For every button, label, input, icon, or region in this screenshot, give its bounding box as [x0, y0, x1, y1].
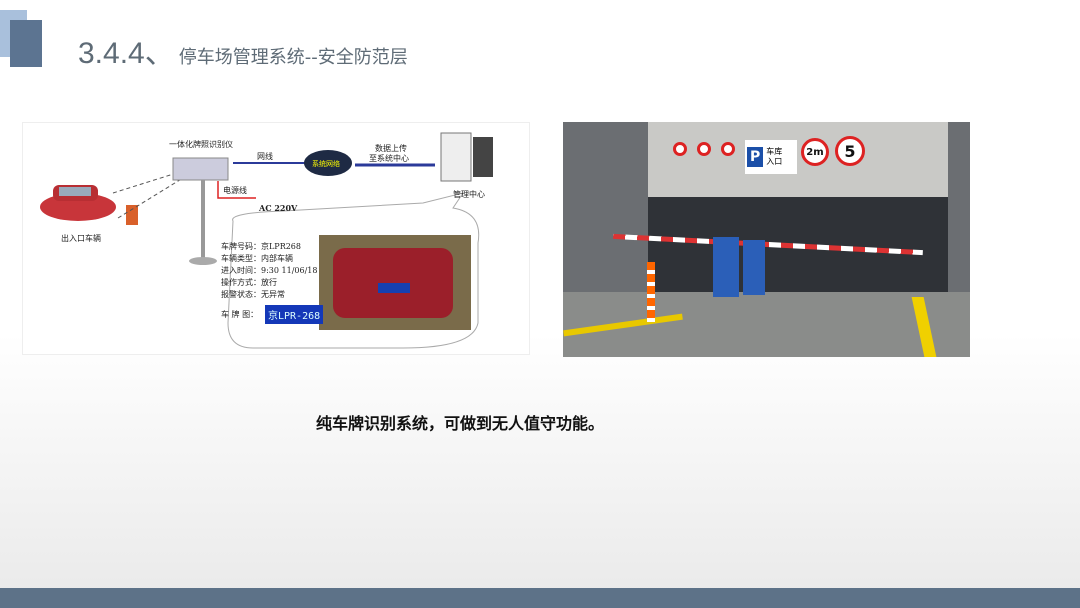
- title-decoration-dark: [10, 20, 42, 67]
- footer-bar: [0, 588, 1080, 608]
- computer-icon: [440, 132, 493, 182]
- slide-caption: 纯车牌识别系统，可做到无人值守功能。: [315, 414, 604, 433]
- plate-image: 京LPR-268: [265, 305, 324, 324]
- barrier-icon: [126, 205, 138, 225]
- height-limit-sign: 2m: [801, 138, 829, 166]
- ticket-machine: [713, 237, 739, 297]
- page-title: 3.4.4、 停车场管理系统--安全防范层: [78, 37, 408, 70]
- vehicle-info: 车牌号码：京LPR268 车辆类型：内部车辆 进入时间：9:30 11/06/1…: [221, 242, 318, 299]
- lpr-system-diagram: 一体化牌照识别仪 网线 系统网络 数据上传 至系统中心 管理中心 电源线 AC …: [22, 122, 530, 355]
- car-icon: [40, 185, 116, 221]
- camera-icon: [172, 157, 229, 265]
- speed-limit-sign: 5: [835, 136, 865, 166]
- entrance-sign: P 车库入口: [745, 140, 797, 174]
- parking-entrance-photo: P 车库入口 2m 5: [563, 122, 970, 357]
